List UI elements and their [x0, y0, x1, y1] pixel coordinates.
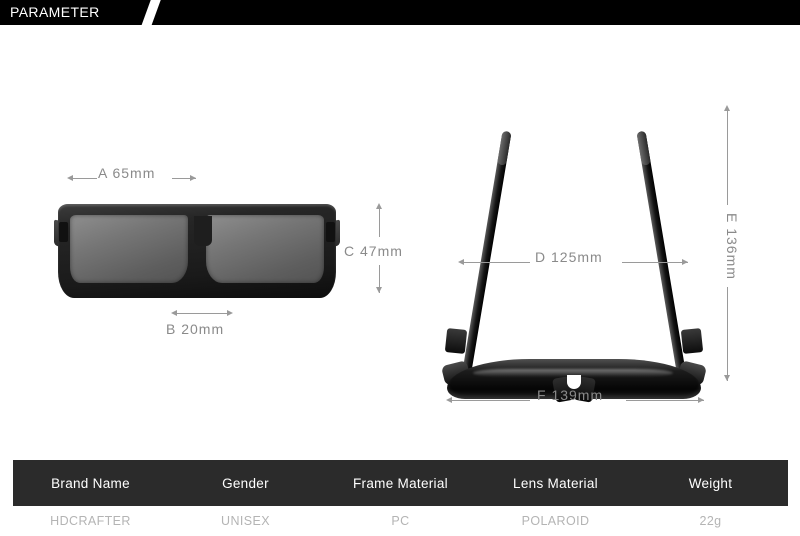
- dimension-line-e-bottom: [727, 287, 728, 381]
- dimension-label-f: F 139mm: [537, 387, 604, 403]
- dimension-arrow-f-left: [446, 397, 452, 403]
- dimension-line-f-left: [452, 400, 530, 401]
- front-frame-body: [58, 204, 336, 298]
- spec-table-data-row: HDCRAFTER UNISEX PC POLAROID 22g: [13, 506, 788, 536]
- front-hinge-left: [59, 222, 68, 242]
- spec-header-frame-material: Frame Material: [353, 475, 448, 491]
- dimension-arrow-d-right: [682, 259, 688, 265]
- spec-header-lens-material: Lens Material: [513, 475, 598, 491]
- page-header: PARAMETER: [0, 0, 800, 25]
- front-frame-group: [52, 198, 342, 303]
- dimension-arrow-a-left: [67, 175, 73, 181]
- dimension-label-d: D 125mm: [535, 249, 603, 265]
- spec-value-gender: UNISEX: [221, 514, 270, 528]
- front-bridge: [194, 216, 212, 246]
- dimension-arrow-e-top: [724, 105, 730, 111]
- dimension-arrow-b-right: [227, 310, 233, 316]
- spec-header-weight: Weight: [688, 475, 733, 491]
- dimension-arrow-d-left: [458, 259, 464, 265]
- diagram-stage: A 65mm B 20mm C 47mm D 125mm E 136mm F 1…: [0, 25, 800, 436]
- dimension-label-b: B 20mm: [166, 321, 225, 337]
- spec-header-gender: Gender: [222, 475, 269, 491]
- dimension-line-c-top: [379, 209, 380, 237]
- top-temple-tip-right: [636, 130, 651, 166]
- spec-value-frame-material: PC: [391, 514, 410, 528]
- top-temple-tip-left: [497, 130, 512, 166]
- dimension-arrow-b-left: [171, 310, 177, 316]
- dimension-label-c: C 47mm: [344, 243, 403, 259]
- sunglasses-front-view-image: [52, 198, 342, 303]
- spec-table-header-row: Brand Name Gender Frame Material Lens Ma…: [13, 460, 788, 506]
- front-hinge-right: [326, 222, 335, 242]
- dimension-line-e-top: [727, 111, 728, 205]
- dimension-arrow-e-bottom: [724, 375, 730, 381]
- dimension-label-e: E 136mm: [724, 213, 740, 280]
- dimension-line-a-left: [73, 178, 97, 179]
- dimension-line-b: [177, 313, 227, 314]
- spec-value-lens-material: POLAROID: [521, 514, 590, 528]
- dimension-label-a: A 65mm: [98, 165, 156, 181]
- dimension-line-f-right: [626, 400, 704, 401]
- front-lens-right: [206, 215, 324, 283]
- spec-value-weight: 22g: [699, 514, 722, 528]
- dimension-arrow-a-right: [190, 175, 196, 181]
- dimension-line-d-right: [622, 262, 688, 263]
- page-title: PARAMETER: [10, 4, 100, 20]
- dimension-arrow-f-right: [698, 397, 704, 403]
- dimension-arrow-c-bottom: [376, 287, 382, 293]
- front-lens-left: [70, 215, 188, 283]
- dimension-arrow-c-top: [376, 203, 382, 209]
- header-slash-divider: [139, 0, 163, 25]
- dimension-line-d-left: [464, 262, 530, 263]
- spec-header-brand-name: Brand Name: [51, 475, 130, 491]
- spec-value-brand-name: HDCRAFTER: [50, 514, 131, 528]
